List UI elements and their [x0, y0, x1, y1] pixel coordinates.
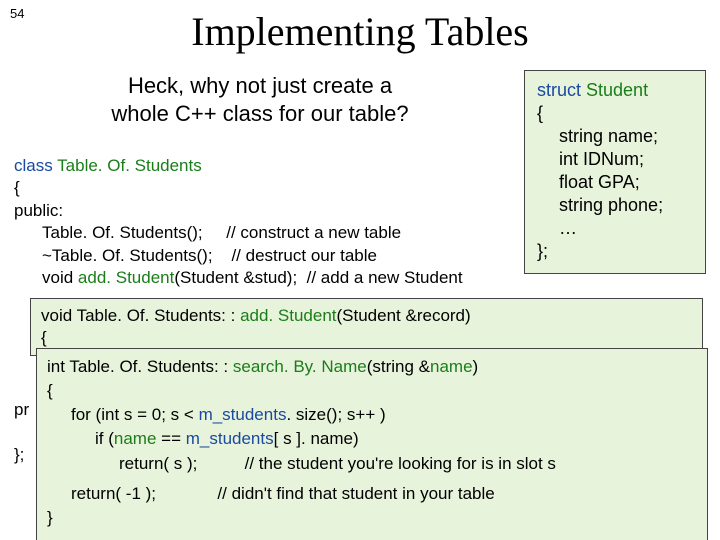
ov2-method: search. By. Name	[233, 357, 367, 376]
ov2-return-neg1: return( -1 );	[71, 484, 156, 503]
classname: Table. Of. Students	[57, 156, 202, 175]
open-brace: {	[537, 102, 693, 125]
ov2-if3: [ s ]. name)	[274, 429, 359, 448]
ov1-open-brace: {	[41, 327, 692, 349]
class-open-brace: {	[14, 177, 536, 199]
dtor-decl: ~Table. Of. Students();	[42, 246, 213, 265]
ctor-decl: Table. Of. Students();	[42, 223, 203, 242]
ov2-return-s: return( s );	[119, 454, 197, 473]
ov2-if2: ==	[156, 429, 185, 448]
subtitle-line-2: whole C++ class for our table?	[111, 101, 408, 126]
class-close-brace: };	[14, 445, 24, 465]
ov2-open-brace: {	[47, 379, 697, 403]
ov2-sig2: )	[473, 357, 479, 376]
dtor-comment: // destruct our table	[213, 246, 377, 265]
keyword-struct: struct	[537, 80, 586, 100]
ov2-for2: . size(); s++ )	[286, 405, 385, 424]
ov2-comment1: // the student you're looking for is in …	[197, 454, 556, 473]
ov1-sig: (Student &record)	[337, 306, 471, 325]
ctor-comment: // construct a new table	[203, 223, 401, 242]
void-kw: void	[42, 268, 78, 287]
method-addstudent: add. Student	[78, 268, 174, 287]
field-gpa: float GPA;	[559, 171, 693, 194]
ov2-comment2: // didn't find that student in your tabl…	[156, 484, 495, 503]
ov1-prefix: void Table. Of. Students: :	[41, 306, 240, 325]
struct-code-panel: struct Student { string name; int IDNum;…	[524, 70, 706, 274]
subtitle-line-1: Heck, why not just create a	[128, 73, 392, 98]
slide-title: Implementing Tables	[0, 8, 720, 55]
typename-student: Student	[586, 80, 648, 100]
ov2-member2: m_students	[186, 429, 274, 448]
ov2-if1: if (	[95, 429, 114, 448]
keyword-class: class	[14, 156, 57, 175]
ov2-sig1: (string &	[367, 357, 430, 376]
ov2-prefix: int Table. Of. Students: :	[47, 357, 233, 376]
ov2-for1: for (int s = 0; s <	[71, 405, 199, 424]
ov2-close-brace: }	[47, 506, 697, 530]
ov2-param: name	[430, 357, 473, 376]
ov1-method: add. Student	[240, 306, 336, 325]
field-idnum: int IDNum;	[559, 148, 693, 171]
slide-subtitle: Heck, why not just create a whole C++ cl…	[70, 72, 450, 127]
addstudent-sig: (Student &stud); // add a new Student	[174, 268, 462, 287]
ov2-member1: m_students	[199, 405, 287, 424]
truncated-pr: pr	[14, 400, 29, 420]
field-ellipsis: …	[559, 217, 693, 240]
field-phone: string phone;	[559, 194, 693, 217]
ov2-name-var: name	[114, 429, 157, 448]
close-brace: };	[537, 240, 693, 263]
class-code-block: class Table. Of. Students { public: Tabl…	[14, 155, 536, 290]
field-name: string name;	[559, 125, 693, 148]
public-label: public:	[14, 200, 536, 222]
searchbyname-overlay: int Table. Of. Students: : search. By. N…	[36, 348, 708, 540]
